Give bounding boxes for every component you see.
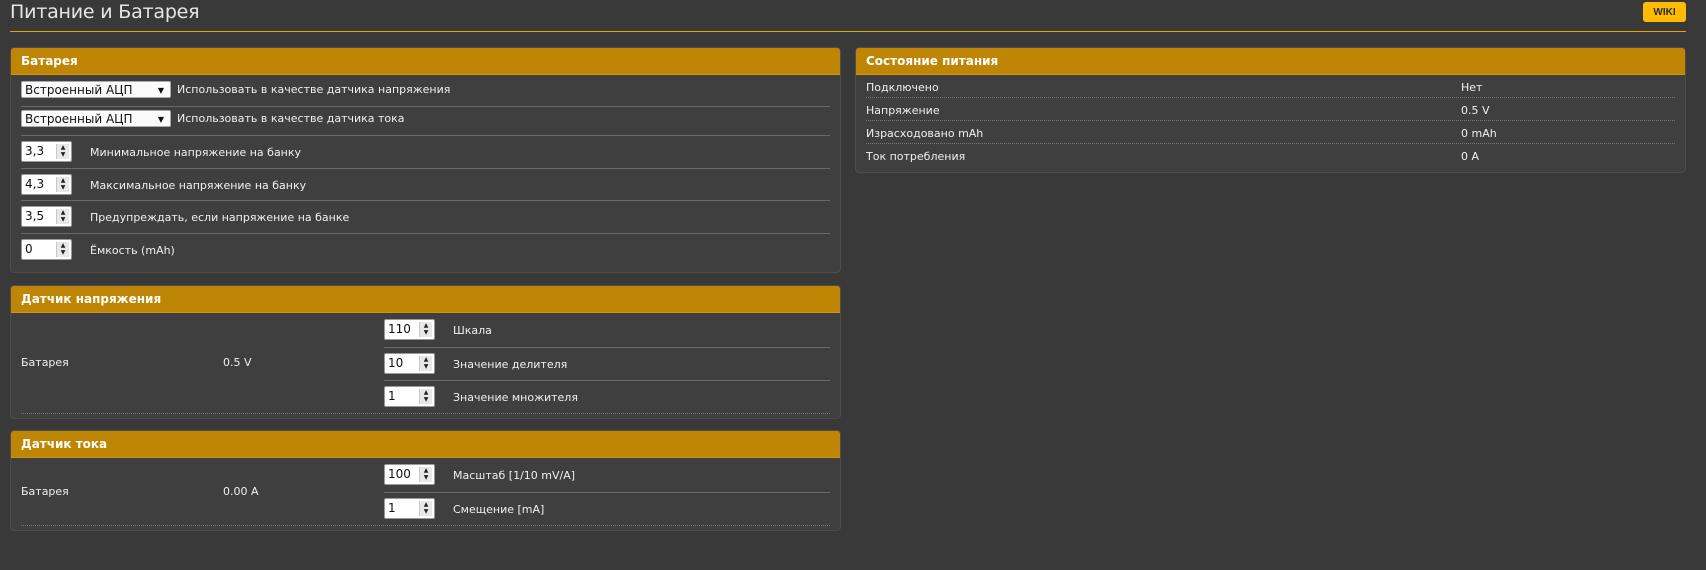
capacity-value: 0 — [25, 242, 33, 256]
current-meter-divider — [21, 525, 830, 526]
up-down-arrows-icon[interactable]: ▲ ▼ — [419, 389, 432, 404]
voltage-scale-input[interactable]: 110 ▲ ▼ — [384, 319, 435, 340]
up-down-arrows-icon[interactable]: ▲ ▼ — [56, 144, 69, 159]
voltage-divider-row: 10 ▲ ▼ Значение делителя — [384, 348, 830, 381]
warn-cell-row: 3,5 ▲ ▼ Предупреждать, если напряжение на… — [21, 201, 830, 234]
voltage-meter-divider — [21, 413, 830, 414]
current-scale-value: 100 — [388, 467, 411, 481]
power-state-label: Израсходовано mAh — [866, 127, 984, 140]
power-state-value: 0 mAh — [1461, 127, 1497, 140]
voltage-divider-input[interactable]: 10 ▲ ▼ — [384, 353, 435, 374]
up-down-arrows-icon[interactable]: ▲ ▼ — [56, 209, 69, 224]
up-down-arrows-icon[interactable]: ▲ ▼ — [56, 242, 69, 257]
voltage-divider-label: Значение делителя — [453, 358, 568, 371]
min-cell-value: 3,3 — [25, 144, 45, 158]
power-state-row: Подключено Нет — [866, 77, 1675, 98]
power-state-panel: Состояние питания Подключено Нет Напряже… — [855, 47, 1686, 173]
min-cell-input[interactable]: 3,3 ▲ ▼ — [21, 141, 72, 162]
current-meter-reading: 0.00 A — [223, 485, 259, 498]
battery-panel: Батарея Встроенный АЦП ▼ Использовать в … — [10, 47, 841, 273]
current-source-row: Встроенный АЦП ▼ Использовать в качестве… — [21, 107, 830, 136]
power-state-row: Израсходовано mAh 0 mAh — [866, 123, 1675, 144]
up-down-arrows-icon[interactable]: ▲ ▼ — [56, 177, 69, 192]
max-cell-label: Максимальное напряжение на банку — [90, 179, 307, 192]
voltage-scale-row: 110 ▲ ▼ Шкала — [384, 316, 830, 348]
power-state-label: Подключено — [866, 81, 939, 94]
voltage-scale-value: 110 — [388, 322, 411, 336]
warn-cell-label: Предупреждать, если напряжение на банке — [90, 211, 350, 224]
page-title: Питание и Батарея — [10, 1, 200, 23]
wiki-button[interactable]: WIKI — [1643, 2, 1686, 22]
current-meter-panel: Датчик тока Батарея 0.00 A 100 ▲ ▼ Масшта… — [10, 430, 841, 531]
up-down-arrows-icon[interactable]: ▲ ▼ — [419, 322, 432, 337]
voltage-source-select[interactable]: Встроенный АЦП ▼ — [21, 81, 171, 98]
caret-down-icon: ▼ — [157, 115, 164, 124]
power-state-title: Состояние питания — [856, 48, 1685, 75]
current-meter-title: Датчик тока — [11, 431, 840, 458]
capacity-input[interactable]: 0 ▲ ▼ — [21, 239, 72, 260]
voltage-meter-reading: 0.5 V — [223, 356, 252, 369]
voltage-multiplier-row: 1 ▲ ▼ Значение множителя — [384, 381, 830, 413]
max-cell-input[interactable]: 4,3 ▲ ▼ — [21, 174, 72, 195]
power-state-row: Напряжение 0.5 V — [866, 100, 1675, 121]
up-down-arrows-icon[interactable]: ▲ ▼ — [419, 501, 432, 516]
current-offset-input[interactable]: 1 ▲ ▼ — [384, 498, 435, 519]
caret-down-icon: ▼ — [157, 86, 164, 95]
power-state-value: 0.5 V — [1461, 104, 1490, 117]
power-state-label: Напряжение — [866, 104, 940, 117]
battery-panel-title: Батарея — [11, 48, 840, 75]
power-state-value: 0 A — [1461, 150, 1480, 163]
power-state-row: Ток потребления 0 A — [866, 146, 1675, 167]
max-cell-row: 4,3 ▲ ▼ Максимальное напряжение на банку — [21, 169, 830, 201]
current-offset-label: Смещение [mA] — [453, 503, 545, 516]
voltage-meter-title: Датчик напряжения — [11, 286, 840, 313]
power-state-label: Ток потребления — [866, 150, 966, 163]
min-cell-label: Минимальное напряжение на банку — [90, 146, 302, 159]
current-scale-row: 100 ▲ ▼ Масштаб [1/10 mV/A] — [384, 461, 830, 493]
power-state-value: Нет — [1461, 81, 1483, 94]
warn-cell-input[interactable]: 3,5 ▲ ▼ — [21, 206, 72, 227]
current-scale-label: Масштаб [1/10 mV/A] — [453, 469, 576, 482]
up-down-arrows-icon[interactable]: ▲ ▼ — [419, 356, 432, 371]
current-source-value: Встроенный АЦП — [25, 112, 133, 126]
voltage-source-label: Использовать в качестве датчика напряжен… — [177, 83, 451, 96]
voltage-meter-name: Батарея — [21, 356, 69, 369]
warn-cell-value: 3,5 — [25, 209, 45, 223]
voltage-multiplier-input[interactable]: 1 ▲ ▼ — [384, 386, 435, 407]
voltage-source-row: Встроенный АЦП ▼ Использовать в качестве… — [21, 78, 830, 107]
current-source-select[interactable]: Встроенный АЦП ▼ — [21, 110, 171, 127]
capacity-label: Ёмкость (mAh) — [90, 244, 175, 257]
max-cell-value: 4,3 — [25, 177, 45, 191]
voltage-scale-label: Шкала — [453, 324, 492, 337]
current-offset-value: 1 — [388, 501, 396, 515]
min-cell-row: 3,3 ▲ ▼ Минимальное напряжение на банку — [21, 136, 830, 169]
current-meter-name: Батарея — [21, 485, 69, 498]
voltage-source-value: Встроенный АЦП — [25, 83, 133, 97]
capacity-row: 0 ▲ ▼ Ёмкость (mAh) — [21, 234, 830, 267]
up-down-arrows-icon[interactable]: ▲ ▼ — [419, 467, 432, 482]
title-divider — [10, 31, 1686, 32]
current-offset-row: 1 ▲ ▼ Смещение [mA] — [384, 493, 830, 525]
current-source-label: Использовать в качестве датчика тока — [177, 112, 405, 125]
voltage-meter-panel: Датчик напряжения Батарея 0.5 V 110 ▲ ▼ Ш… — [10, 285, 841, 419]
voltage-multiplier-value: 1 — [388, 389, 396, 403]
voltage-divider-value: 10 — [388, 356, 404, 370]
voltage-multiplier-label: Значение множителя — [453, 391, 578, 404]
current-scale-input[interactable]: 100 ▲ ▼ — [384, 464, 435, 485]
